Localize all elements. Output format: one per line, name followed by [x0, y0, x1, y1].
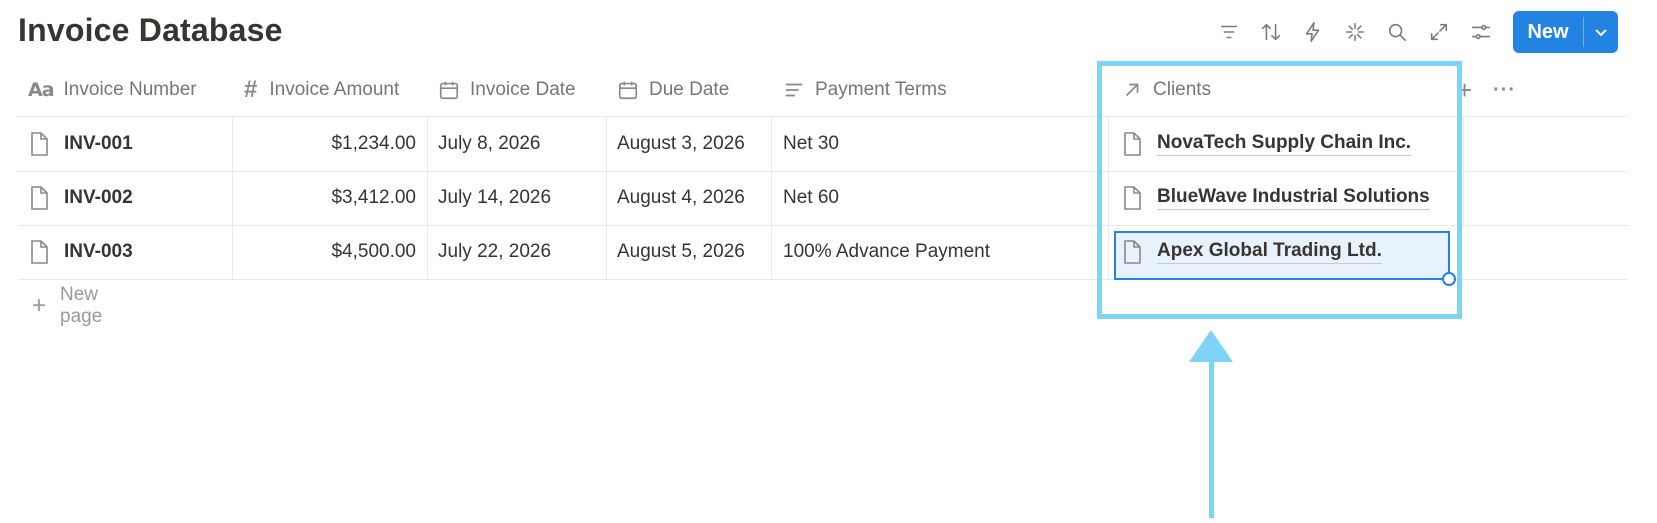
cell-invoice-amount[interactable]: $3,412.00	[232, 171, 416, 225]
column-divider	[606, 225, 607, 279]
cell-payment-terms[interactable]: Net 30	[783, 117, 839, 171]
calendar-icon	[618, 81, 638, 100]
more-options-button[interactable]: ···	[1493, 64, 1516, 116]
filter-icon[interactable]	[1208, 13, 1250, 51]
column-divider	[771, 171, 772, 225]
column-divider	[771, 225, 772, 279]
column-label: Invoice Amount	[269, 79, 400, 100]
text-aa-icon: Aa	[28, 79, 55, 101]
cell-invoice-number[interactable]: INV-001	[28, 117, 133, 171]
column-divider	[1108, 117, 1109, 171]
search-icon[interactable]	[1376, 13, 1418, 51]
column-divider	[606, 117, 607, 171]
column-header-invoice-amount[interactable]: # Invoice Amount	[244, 64, 399, 116]
page-title: Invoice Database	[18, 12, 283, 48]
client-link[interactable]: Apex Global Trading Ltd.	[1157, 240, 1382, 264]
relation-arrow-icon	[1125, 83, 1139, 97]
column-divider	[427, 225, 428, 279]
page-icon	[28, 185, 50, 211]
new-button-main[interactable]: New	[1513, 11, 1583, 53]
settings-sliders-icon[interactable]	[1460, 13, 1502, 51]
column-divider	[1108, 225, 1109, 279]
expand-icon[interactable]	[1418, 13, 1460, 51]
column-label: Invoice Number	[63, 79, 197, 100]
cell-client[interactable]: BlueWave Industrial Solutions	[1121, 171, 1430, 225]
column-divider	[427, 117, 428, 171]
column-divider	[1108, 171, 1109, 225]
client-link[interactable]: NovaTech Supply Chain Inc.	[1157, 132, 1412, 156]
column-divider	[1463, 117, 1464, 171]
add-property-button[interactable]: +	[1457, 64, 1472, 116]
page-icon	[28, 131, 50, 157]
cell-invoice-amount[interactable]: $4,500.00	[232, 225, 416, 279]
page-icon	[1121, 185, 1143, 211]
fill-handle[interactable]	[1442, 272, 1456, 286]
cell-due-date[interactable]: August 5, 2026	[617, 225, 745, 279]
column-header-invoice-number[interactable]: Aa Invoice Number	[28, 64, 197, 116]
invoice-number: INV-001	[64, 133, 133, 154]
column-divider	[427, 171, 428, 225]
lightning-icon[interactable]	[1292, 13, 1334, 51]
column-header-clients[interactable]: Clients	[1121, 64, 1211, 116]
new-button: New	[1513, 11, 1618, 53]
new-dropdown-button[interactable]	[1584, 11, 1618, 53]
hash-icon: #	[244, 76, 258, 103]
cell-client[interactable]: NovaTech Supply Chain Inc.	[1121, 117, 1412, 171]
table-row[interactable]: INV-001 $1,234.00 July 8, 2026 August 3,…	[18, 117, 1628, 172]
cell-invoice-date[interactable]: July 22, 2026	[438, 225, 551, 279]
cell-invoice-number[interactable]: INV-003	[28, 225, 133, 279]
page-icon	[28, 239, 50, 265]
column-divider	[771, 117, 772, 171]
column-label: Due Date	[649, 79, 730, 100]
cell-invoice-number[interactable]: INV-002	[28, 171, 133, 225]
table-row[interactable]: INV-003 $4,500.00 July 22, 2026 August 5…	[18, 225, 1628, 286]
table-header: Aa Invoice Number # Invoice Amount Invoi…	[18, 64, 1628, 117]
cell-invoice-date[interactable]: July 14, 2026	[438, 171, 551, 225]
calendar-icon	[439, 81, 459, 100]
sort-icon[interactable]	[1250, 13, 1292, 51]
new-page-label: New page	[60, 284, 103, 327]
column-label: Payment Terms	[815, 79, 947, 100]
client-link[interactable]: BlueWave Industrial Solutions	[1157, 186, 1430, 210]
sparkle-icon[interactable]	[1334, 13, 1376, 51]
cell-due-date[interactable]: August 3, 2026	[617, 117, 745, 171]
column-divider	[606, 171, 607, 225]
column-divider	[1463, 171, 1464, 225]
cell-invoice-amount[interactable]: $1,234.00	[232, 117, 416, 171]
table-row[interactable]: INV-002 $3,412.00 July 14, 2026 August 4…	[18, 171, 1628, 226]
column-header-payment-terms[interactable]: Payment Terms	[783, 64, 947, 116]
cell-payment-terms[interactable]: 100% Advance Payment	[783, 225, 990, 279]
page-icon	[1121, 239, 1143, 265]
page-icon	[1121, 131, 1143, 157]
cell-invoice-date[interactable]: July 8, 2026	[438, 117, 540, 171]
cell-client[interactable]: Apex Global Trading Ltd.	[1121, 225, 1382, 279]
column-label: Clients	[1153, 79, 1212, 100]
column-header-invoice-date[interactable]: Invoice Date	[438, 64, 576, 116]
annotation-arrow-shaft	[1209, 358, 1214, 518]
column-header-due-date[interactable]: Due Date	[617, 64, 729, 116]
plus-icon: +	[32, 292, 47, 319]
invoice-number: INV-002	[64, 187, 133, 208]
cell-payment-terms[interactable]: Net 60	[783, 171, 839, 225]
cell-due-date[interactable]: August 4, 2026	[617, 171, 745, 225]
invoice-number: INV-003	[64, 241, 133, 262]
text-lines-icon	[785, 83, 803, 97]
new-page-button[interactable]: + New page	[32, 284, 102, 328]
chevron-down-icon	[1595, 29, 1607, 37]
view-toolbar	[1208, 10, 1502, 54]
column-label: Invoice Date	[470, 79, 576, 100]
